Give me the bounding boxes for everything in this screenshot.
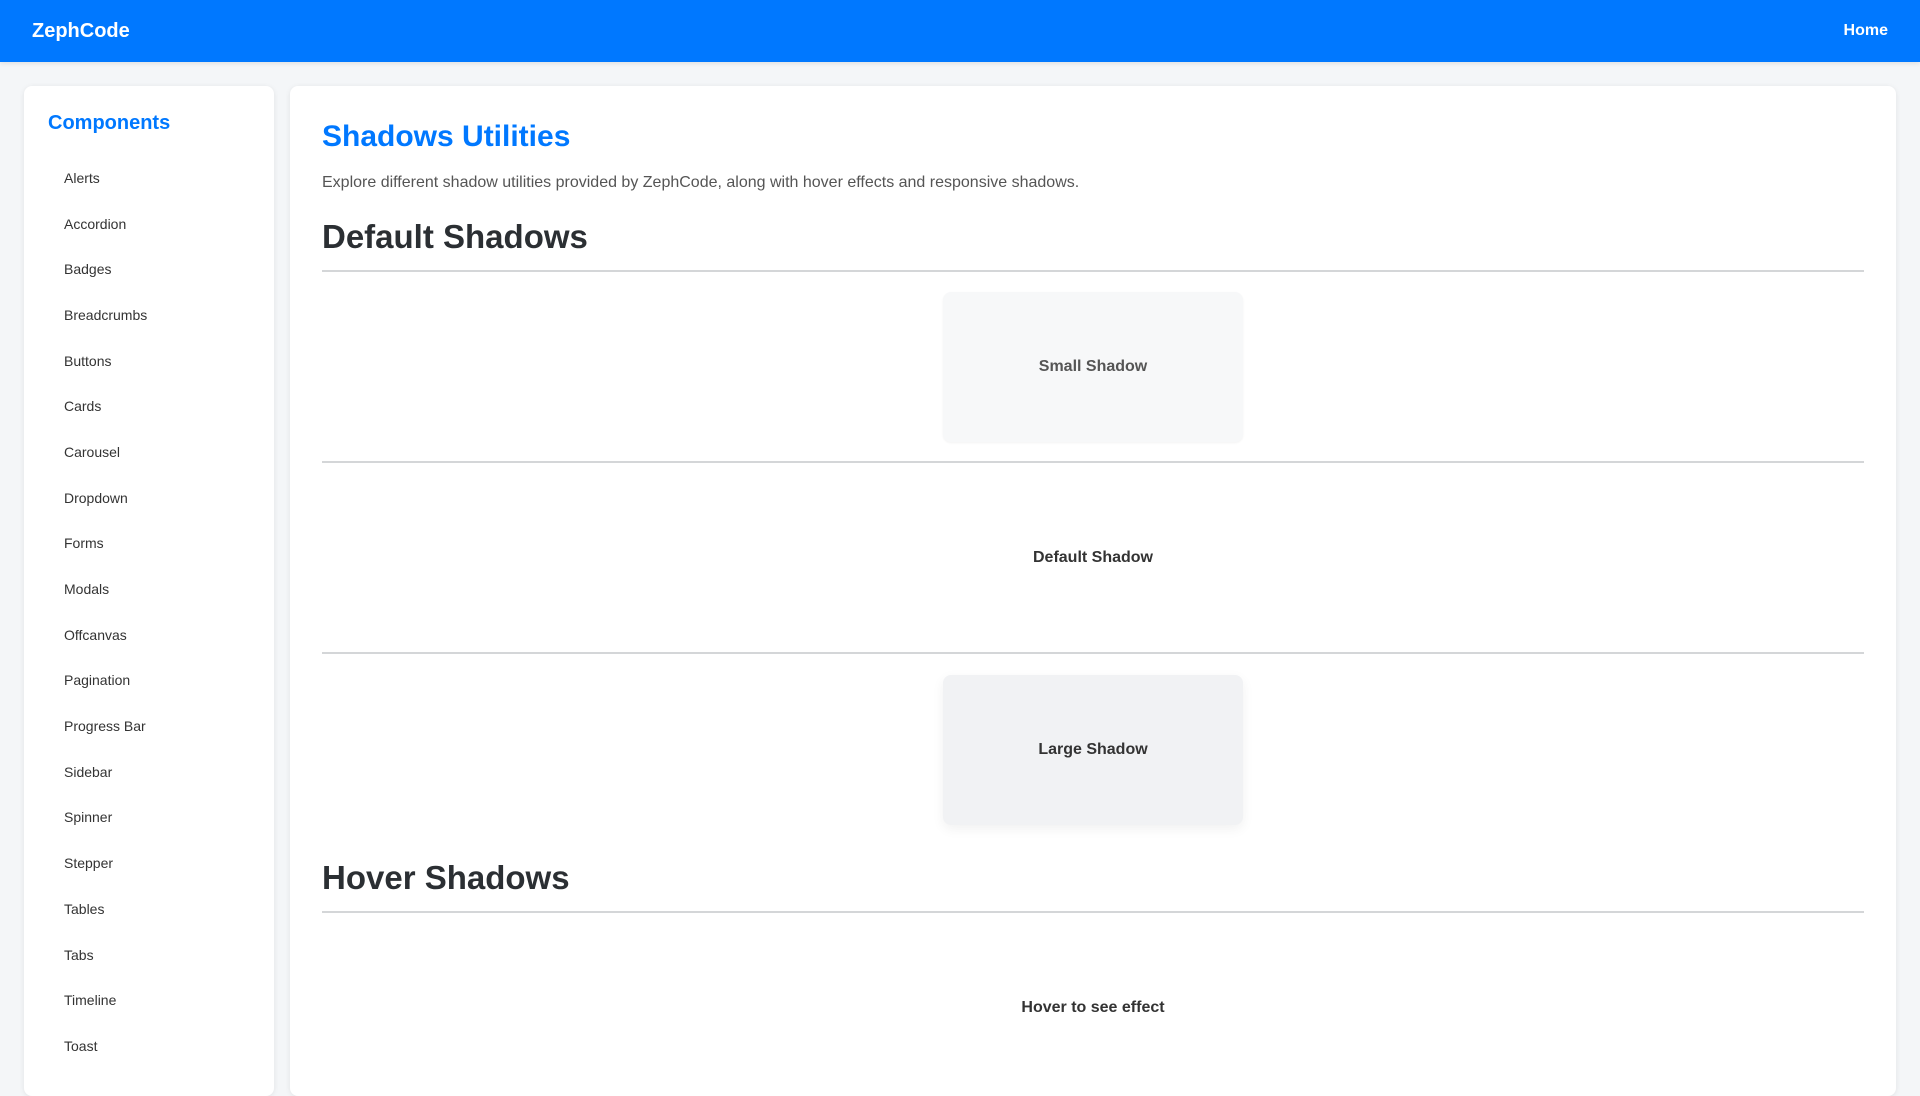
sidebar-item-cards[interactable]: Cards <box>48 383 250 429</box>
sidebar-item-offcanvas[interactable]: Offcanvas <box>48 612 250 658</box>
sidebar-item-pagination[interactable]: Pagination <box>48 658 250 704</box>
sidebar-item-tabs[interactable]: Tabs <box>48 932 250 978</box>
hover-shadow-box[interactable]: Hover to see effect <box>943 933 1243 1083</box>
sidebar-item-modals[interactable]: Modals <box>48 566 250 612</box>
default-shadow-box: Default Shadow <box>943 482 1243 633</box>
sidebar-item-timeline[interactable]: Timeline <box>48 977 250 1023</box>
sidebar-item-carousel[interactable]: Carousel <box>48 429 250 475</box>
sidebar-item-toast[interactable]: Toast <box>48 1023 250 1069</box>
large-shadow-row: Large Shadow <box>322 654 1864 845</box>
hover-shadow-row: Hover to see effect <box>322 913 1864 1096</box>
small-shadow-row: Small Shadow <box>322 272 1864 463</box>
main-content: Shadows Utilities Explore different shad… <box>290 86 1896 1096</box>
top-navbar: ZephCode Home <box>0 0 1920 62</box>
default-shadow-row: Default Shadow <box>322 463 1864 654</box>
section-heading-hover-shadows: Hover Shadows <box>322 859 1864 913</box>
sidebar-item-spinner[interactable]: Spinner <box>48 795 250 841</box>
sidebar-item-breadcrumbs[interactable]: Breadcrumbs <box>48 292 250 338</box>
sidebar-item-buttons[interactable]: Buttons <box>48 338 250 384</box>
sidebar-item-accordion[interactable]: Accordion <box>48 201 250 247</box>
sidebar-item-badges[interactable]: Badges <box>48 246 250 292</box>
large-shadow-box: Large Shadow <box>943 674 1243 825</box>
sidebar-item-stepper[interactable]: Stepper <box>48 840 250 886</box>
brand-logo-link[interactable]: ZephCode <box>32 20 130 43</box>
sidebar-item-dropdown[interactable]: Dropdown <box>48 475 250 521</box>
components-sidebar: Components Alerts Accordion Badges Bread… <box>24 86 274 1096</box>
sidebar-item-tables[interactable]: Tables <box>48 886 250 932</box>
sidebar-item-forms[interactable]: Forms <box>48 521 250 567</box>
sidebar-item-sidebar[interactable]: Sidebar <box>48 749 250 795</box>
page-title: Shadows Utilities <box>322 120 571 153</box>
nav-home-link[interactable]: Home <box>1844 22 1888 40</box>
small-shadow-box: Small Shadow <box>943 291 1243 442</box>
sidebar-title: Components <box>48 112 171 134</box>
sidebar-list: Alerts Accordion Badges Breadcrumbs Butt… <box>48 155 250 1069</box>
sidebar-item-progress-bar[interactable]: Progress Bar <box>48 703 250 749</box>
sidebar-item-alerts[interactable]: Alerts <box>48 155 250 201</box>
section-heading-default-shadows: Default Shadows <box>322 218 1864 272</box>
page-description: Explore different shadow utilities provi… <box>322 174 1080 191</box>
